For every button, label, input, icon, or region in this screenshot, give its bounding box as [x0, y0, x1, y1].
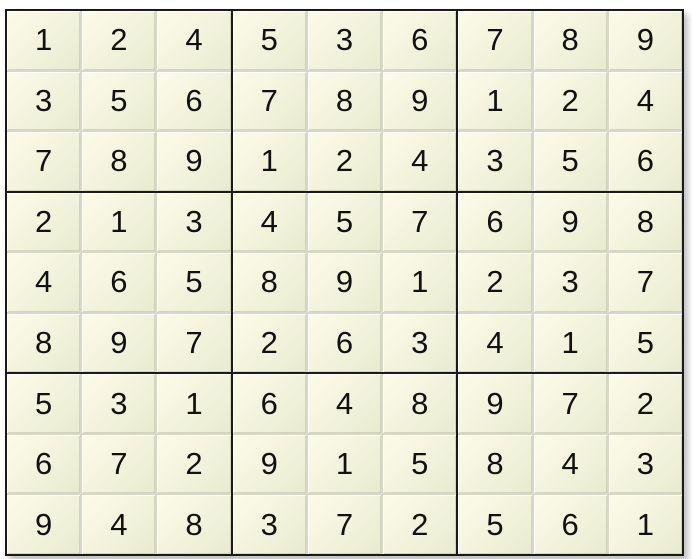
sudoku-box-2-1: 213 465 897	[7, 192, 231, 373]
sudoku-cell-r1-c9[interactable]: 9	[608, 11, 682, 70]
sudoku-cell-r7-c7[interactable]: 9	[458, 374, 532, 433]
sudoku-cell-r5-c6[interactable]: 1	[383, 253, 457, 312]
sudoku-cell-r5-c1[interactable]: 4	[7, 253, 81, 312]
sudoku-cell-r8-c3[interactable]: 2	[157, 434, 231, 494]
sudoku-cell-r8-c2[interactable]: 7	[82, 434, 156, 494]
sudoku-cell-r4-c1[interactable]: 2	[7, 192, 81, 252]
sudoku-cell-r8-c7[interactable]: 8	[458, 434, 532, 494]
sudoku-cell-r8-c1[interactable]: 6	[7, 434, 81, 494]
sudoku-cell-r5-c7[interactable]: 2	[458, 253, 532, 312]
sudoku-box-1-3: 789 124 356	[458, 11, 682, 191]
sudoku-cell-r4-c8[interactable]: 9	[533, 192, 607, 252]
sudoku-cell-r2-c7[interactable]: 1	[458, 71, 532, 131]
sudoku-cell-r3-c9[interactable]: 6	[608, 132, 682, 191]
sudoku-cell-r7-c6[interactable]: 8	[383, 374, 457, 433]
sudoku-cell-r1-c5[interactable]: 3	[307, 11, 382, 70]
sudoku-cell-r9-c8[interactable]: 6	[533, 495, 607, 554]
sudoku-box-2-3: 698 237 415	[458, 192, 682, 373]
sudoku-cell-r1-c7[interactable]: 7	[458, 11, 532, 70]
sudoku-cell-r6-c3[interactable]: 7	[157, 313, 231, 373]
sudoku-cell-r3-c3[interactable]: 9	[157, 132, 231, 191]
sudoku-cell-r9-c5[interactable]: 7	[307, 495, 382, 554]
sudoku-cell-r4-c9[interactable]: 8	[608, 192, 682, 252]
sudoku-cell-r6-c9[interactable]: 5	[608, 313, 682, 373]
sudoku-cell-r2-c5[interactable]: 8	[307, 71, 382, 131]
sudoku-cell-r4-c4[interactable]: 4	[232, 192, 306, 252]
sudoku-cell-r1-c2[interactable]: 2	[82, 11, 156, 70]
sudoku-box-1-1: 124 356 789	[7, 11, 231, 191]
sudoku-cell-r4-c7[interactable]: 6	[458, 192, 532, 252]
sudoku-cell-r1-c1[interactable]: 1	[7, 11, 81, 70]
sudoku-cell-r4-c2[interactable]: 1	[82, 192, 156, 252]
sudoku-cell-r6-c6[interactable]: 3	[383, 313, 457, 373]
sudoku-cell-r4-c3[interactable]: 3	[157, 192, 231, 252]
sudoku-cell-r9-c2[interactable]: 4	[82, 495, 156, 554]
sudoku-cell-r9-c9[interactable]: 1	[608, 495, 682, 554]
sudoku-cell-r9-c6[interactable]: 2	[383, 495, 457, 554]
sudoku-cell-r6-c4[interactable]: 2	[232, 313, 306, 373]
sudoku-cell-r4-c6[interactable]: 7	[383, 192, 457, 252]
sudoku-cell-r7-c1[interactable]: 5	[7, 374, 81, 433]
sudoku-cell-r3-c4[interactable]: 1	[232, 132, 306, 191]
sudoku-cell-r1-c3[interactable]: 4	[157, 11, 231, 70]
sudoku-cell-r6-c2[interactable]: 9	[82, 313, 156, 373]
sudoku-cell-r3-c8[interactable]: 5	[533, 132, 607, 191]
sudoku-cell-r9-c7[interactable]: 5	[458, 495, 532, 554]
sudoku-cell-r7-c4[interactable]: 6	[232, 374, 306, 433]
sudoku-cell-r8-c4[interactable]: 9	[232, 434, 306, 494]
sudoku-box-3-1: 531 672 948	[7, 374, 231, 554]
sudoku-cell-r5-c2[interactable]: 6	[82, 253, 156, 312]
sudoku-cell-r5-c5[interactable]: 9	[307, 253, 382, 312]
sudoku-cell-r3-c1[interactable]: 7	[7, 132, 81, 191]
sudoku-cell-r3-c5[interactable]: 2	[307, 132, 382, 191]
sudoku-cell-r7-c2[interactable]: 3	[82, 374, 156, 433]
sudoku-cell-r2-c4[interactable]: 7	[232, 71, 306, 131]
sudoku-cell-r2-c6[interactable]: 9	[383, 71, 457, 131]
sudoku-cell-r7-c3[interactable]: 1	[157, 374, 231, 433]
sudoku-cell-r6-c1[interactable]: 8	[7, 313, 81, 373]
sudoku-cell-r6-c7[interactable]: 4	[458, 313, 532, 373]
sudoku-cell-r6-c5[interactable]: 6	[307, 313, 382, 373]
sudoku-cell-r8-c6[interactable]: 5	[383, 434, 457, 494]
sudoku-cell-r5-c8[interactable]: 3	[533, 253, 607, 312]
sudoku-cell-r3-c6[interactable]: 4	[383, 132, 457, 191]
sudoku-cell-r9-c4[interactable]: 3	[232, 495, 306, 554]
sudoku-cell-r1-c8[interactable]: 8	[533, 11, 607, 70]
sudoku-cell-r7-c8[interactable]: 7	[533, 374, 607, 433]
sudoku-cell-r5-c4[interactable]: 8	[232, 253, 306, 312]
sudoku-box-3-3: 972 843 561	[458, 374, 682, 554]
sudoku-box-3-2: 648 915 372	[232, 374, 457, 554]
sudoku-cell-r1-c6[interactable]: 6	[383, 11, 457, 70]
sudoku-cell-r2-c1[interactable]: 3	[7, 71, 81, 131]
sudoku-cell-r7-c5[interactable]: 4	[307, 374, 382, 433]
sudoku-cell-r2-c9[interactable]: 4	[608, 71, 682, 131]
sudoku-cell-r5-c9[interactable]: 7	[608, 253, 682, 312]
sudoku-cell-r1-c4[interactable]: 5	[232, 11, 306, 70]
sudoku-cell-r6-c8[interactable]: 1	[533, 313, 607, 373]
sudoku-cell-r7-c9[interactable]: 2	[608, 374, 682, 433]
sudoku-cell-r9-c1[interactable]: 9	[7, 495, 81, 554]
sudoku-board: 1243567895367891247891243562134658974578…	[5, 9, 684, 556]
sudoku-cell-r2-c2[interactable]: 5	[82, 71, 156, 131]
sudoku-cell-r3-c2[interactable]: 8	[82, 132, 156, 191]
sudoku-cell-r2-c3[interactable]: 6	[157, 71, 231, 131]
sudoku-cell-r2-c8[interactable]: 2	[533, 71, 607, 131]
sudoku-cell-r5-c3[interactable]: 5	[157, 253, 231, 312]
sudoku-cell-r8-c8[interactable]: 4	[533, 434, 607, 494]
sudoku-box-1-2: 536 789 124	[232, 11, 457, 191]
sudoku-cell-r3-c7[interactable]: 3	[458, 132, 532, 191]
sudoku-box-2-2: 457 891 263	[232, 192, 457, 373]
sudoku-cell-r8-c9[interactable]: 3	[608, 434, 682, 494]
sudoku-cell-r8-c5[interactable]: 1	[307, 434, 382, 494]
sudoku-cell-r4-c5[interactable]: 5	[307, 192, 382, 252]
sudoku-cell-r9-c3[interactable]: 8	[157, 495, 231, 554]
